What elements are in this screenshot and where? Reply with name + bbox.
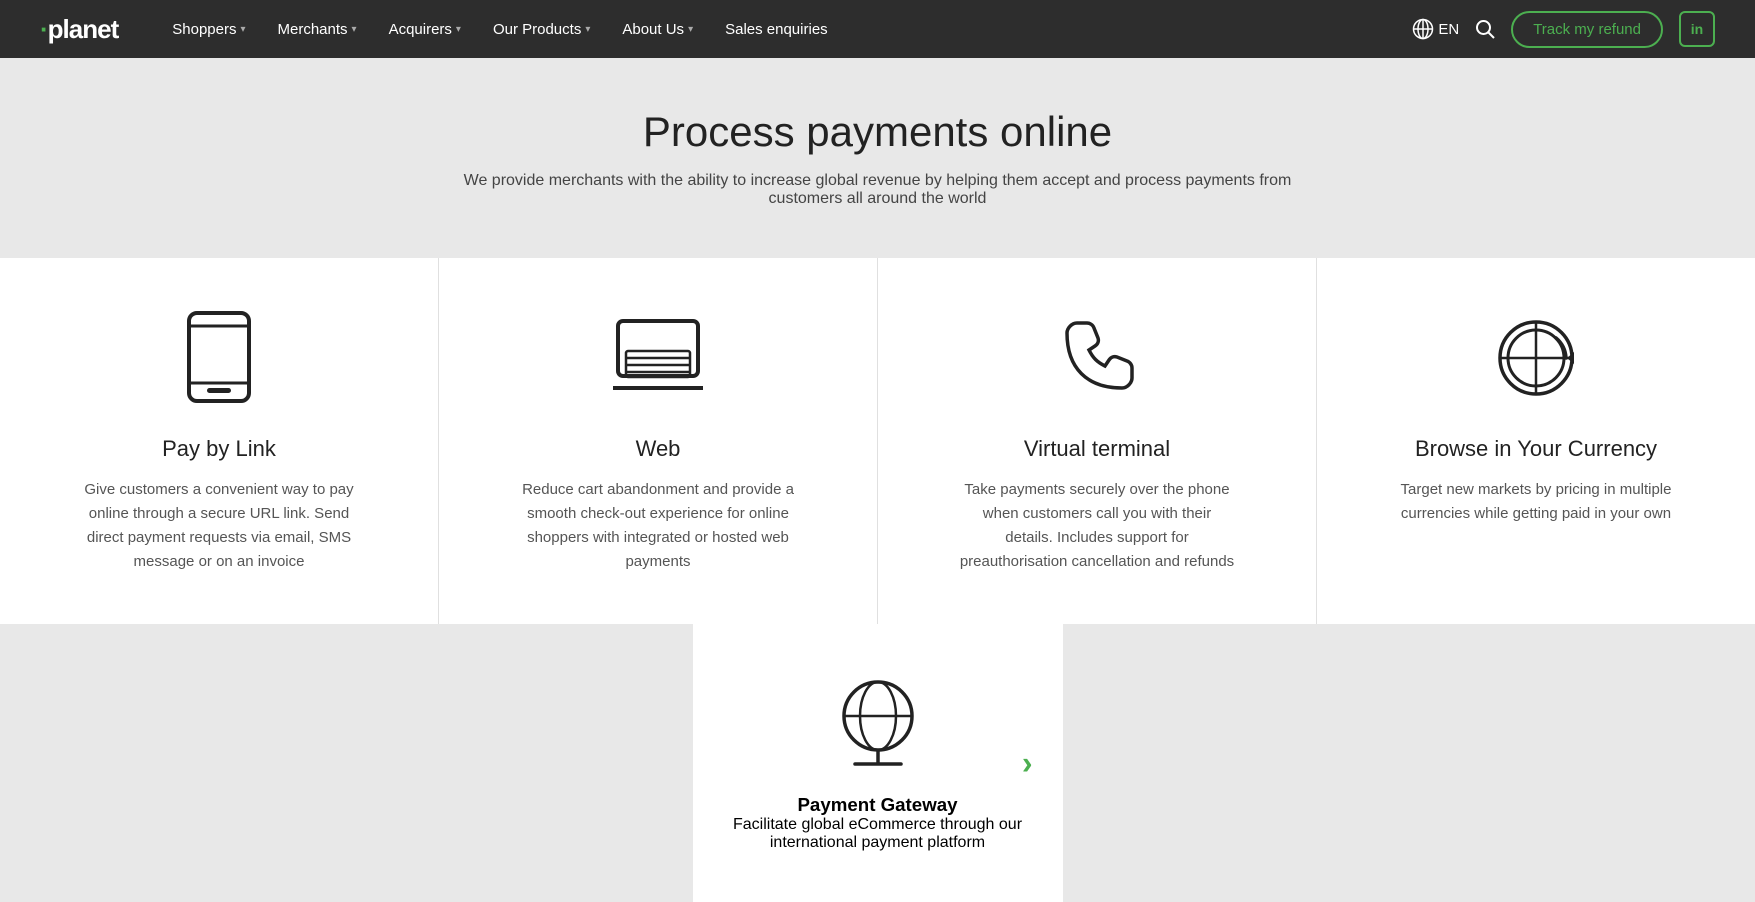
pay-by-link-card: Pay by Link Give customers a convenient …	[0, 258, 439, 624]
virtual-terminal-desc: Take payments securely over the phone wh…	[957, 478, 1237, 574]
chevron-down-icon: ▾	[240, 24, 245, 35]
logo[interactable]: ·planet	[40, 14, 118, 45]
nav-sales-enquiries[interactable]: Sales enquiries	[711, 13, 842, 46]
browse-currency-title: Browse in Your Currency	[1415, 436, 1657, 462]
navigation: ·planet Shoppers ▾ Merchants ▾ Acquirers…	[0, 0, 1755, 58]
nav-about-us[interactable]: About Us ▾	[608, 13, 707, 46]
virtual-terminal-title: Virtual terminal	[1024, 436, 1170, 462]
cards-row: Pay by Link Give customers a convenient …	[0, 258, 1755, 624]
search-icon[interactable]	[1475, 19, 1495, 39]
nav-merchants[interactable]: Merchants ▾	[264, 13, 371, 46]
telephone-icon	[1047, 308, 1147, 408]
chevron-down-icon: ▾	[352, 24, 357, 35]
phone-icon	[169, 308, 269, 408]
track-refund-button[interactable]: Track my refund	[1511, 11, 1663, 48]
language-selector[interactable]: EN	[1412, 18, 1459, 40]
second-row-inner: Payment Gateway Facilitate global eComme…	[0, 624, 1755, 902]
browse-currency-desc: Target new markets by pricing in multipl…	[1396, 478, 1676, 526]
laptop-icon	[608, 308, 708, 408]
web-title: Web	[636, 436, 681, 462]
cards-section: Pay by Link Give customers a convenient …	[0, 238, 1755, 624]
payment-gateway-card: Payment Gateway Facilitate global eComme…	[693, 624, 1063, 902]
nav-our-products[interactable]: Our Products ▾	[479, 13, 604, 46]
nav-shoppers[interactable]: Shoppers ▾	[158, 13, 259, 46]
pay-by-link-title: Pay by Link	[162, 436, 276, 462]
chevron-down-icon: ▾	[456, 24, 461, 35]
carousel-next-bottom-icon[interactable]: ›	[1022, 745, 1033, 782]
payment-gateway-desc: Facilitate global eCommerce through our …	[733, 816, 1023, 852]
hero-title: Process payments online	[40, 108, 1715, 156]
globe-icon	[1412, 18, 1434, 40]
nav-acquirers[interactable]: Acquirers ▾	[375, 13, 475, 46]
globe-stand-icon	[828, 674, 928, 774]
payment-gateway-title: Payment Gateway	[797, 794, 957, 816]
pay-by-link-desc: Give customers a convenient way to pay o…	[79, 478, 359, 574]
second-row-section: Payment Gateway Facilitate global eComme…	[0, 624, 1755, 902]
virtual-terminal-card: Virtual terminal Take payments securely …	[878, 258, 1317, 624]
linkedin-icon[interactable]: in	[1679, 11, 1715, 47]
globe-circle-icon	[1486, 308, 1586, 408]
nav-right: EN Track my refund in	[1412, 11, 1715, 48]
nav-links: Shoppers ▾ Merchants ▾ Acquirers ▾ Our P…	[158, 13, 1412, 46]
hero-subtitle: We provide merchants with the ability to…	[428, 172, 1328, 208]
hero-section: Process payments online We provide merch…	[0, 58, 1755, 238]
chevron-down-icon: ▾	[585, 24, 590, 35]
chevron-down-icon: ▾	[688, 24, 693, 35]
web-desc: Reduce cart abandonment and provide a sm…	[518, 478, 798, 574]
browse-currency-card: Browse in Your Currency Target new marke…	[1317, 258, 1755, 624]
web-card: Web Reduce cart abandonment and provide …	[439, 258, 878, 624]
